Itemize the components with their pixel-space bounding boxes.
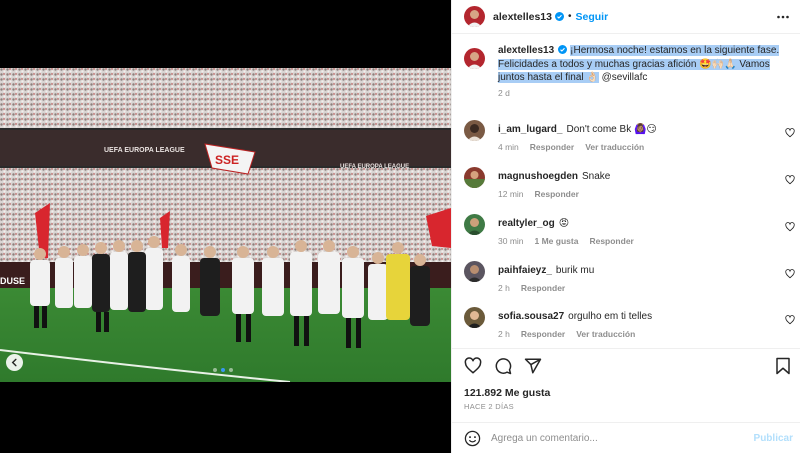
comment-body: paihfaieyz_ burik mu (498, 264, 777, 277)
translate-button[interactable]: Ver traducción (576, 329, 635, 339)
carousel-dot (229, 368, 233, 372)
comment-body: magnushoegden Snake (498, 170, 777, 183)
comment-username[interactable]: i_am_lugard_ (498, 124, 562, 135)
comment-username[interactable]: sofia.sousa27 (498, 311, 564, 322)
comment-text: orgulho em ti telles (568, 311, 653, 322)
chevron-left-icon (11, 358, 17, 367)
share-icon (524, 358, 542, 374)
post-actions-section: 121.892 Me gusta HACE 2 DÍAS Publicar (452, 348, 800, 453)
verified-badge-icon (554, 12, 564, 21)
add-comment-bar: Publicar (452, 422, 800, 453)
comment-username[interactable]: paihfaieyz_ (498, 265, 552, 276)
caption-mention[interactable]: @sevillafc (602, 72, 648, 83)
post-header: alextelles13 • Seguir (452, 0, 800, 34)
likes-count[interactable]: 121.892 Me gusta (464, 387, 550, 399)
save-button[interactable] (775, 357, 791, 378)
comment-meta: 2 h Responder Ver traducción (498, 329, 635, 339)
comment-meta: 12 min Responder (498, 189, 579, 199)
comment-item: realtyler_og 😡 30 min 1 Me gusta Responde… (452, 214, 800, 250)
comment-text: burik mu (555, 265, 595, 276)
carousel-indicator (213, 368, 233, 372)
publish-button[interactable]: Publicar (754, 433, 793, 444)
comment-like-icon[interactable] (785, 222, 795, 232)
more-options-icon[interactable] (776, 10, 790, 24)
comment-text: Snake (582, 171, 611, 182)
comment-text: Don't come Bk 🙆🏽‍♀️😏 (566, 124, 657, 135)
comment-time[interactable]: 2 h (498, 283, 510, 293)
carousel-dot-active (221, 368, 225, 372)
reply-button[interactable]: Responder (535, 189, 579, 199)
banner-text-left: UEFA EUROPA LEAGUE (104, 147, 185, 154)
translate-button[interactable]: Ver traducción (585, 142, 644, 152)
comment-time[interactable]: 2 h (498, 329, 510, 339)
share-button[interactable] (524, 357, 542, 375)
header-separator: • (567, 11, 572, 22)
team-celebration-photo: UEFA EUROPA LEAGUE UEFA EUROPA LEAGUE SS… (0, 68, 451, 382)
author-username[interactable]: alextelles13 (493, 11, 552, 23)
commenter-avatar[interactable] (464, 214, 485, 235)
emoji-button[interactable] (464, 430, 481, 447)
instagram-post-modal: UEFA EUROPA LEAGUE UEFA EUROPA LEAGUE SS… (0, 0, 800, 453)
commenter-avatar[interactable] (464, 167, 485, 188)
author-avatar[interactable] (464, 6, 485, 27)
comment-body: i_am_lugard_ Don't come Bk 🙆🏽‍♀️😏 (498, 123, 777, 136)
comment-icon (495, 358, 512, 375)
bookmark-icon (776, 357, 790, 375)
comment-meta: 2 h Responder (498, 283, 565, 293)
carousel-prev-button[interactable] (6, 354, 23, 371)
comment-item: sofia.sousa27 orgulho em ti telles 2 h Re… (452, 307, 800, 343)
verified-badge-icon (558, 45, 568, 54)
caption-avatar[interactable] (464, 48, 485, 69)
comment-meta: 30 min 1 Me gusta Responder (498, 236, 634, 246)
reply-button[interactable]: Responder (589, 236, 633, 246)
emoji-icon (464, 430, 481, 447)
comment-item: i_am_lugard_ Don't come Bk 🙆🏽‍♀️😏 4 min R… (452, 120, 800, 156)
heart-icon (464, 357, 482, 374)
comment-button[interactable] (494, 357, 512, 375)
commenter-avatar[interactable] (464, 307, 485, 328)
caption-timestamp[interactable]: 2 d (498, 88, 785, 98)
post-media-area: UEFA EUROPA LEAGUE UEFA EUROPA LEAGUE SS… (0, 0, 451, 453)
comment-likes-count[interactable]: 1 Me gusta (535, 236, 579, 246)
post-photo[interactable]: UEFA EUROPA LEAGUE UEFA EUROPA LEAGUE SS… (0, 68, 451, 382)
follow-button[interactable]: Seguir (575, 11, 608, 23)
like-button[interactable] (464, 357, 482, 375)
comment-item: paihfaieyz_ burik mu 2 h Responder (452, 261, 800, 297)
carousel-dot (213, 368, 217, 372)
comment-input[interactable] (491, 433, 741, 444)
comment-body: sofia.sousa27 orgulho em ti telles (498, 310, 777, 323)
caption-username[interactable]: alextelles13 (498, 45, 554, 56)
comment-time[interactable]: 30 min (498, 236, 524, 246)
comments-list[interactable]: alextelles13 ¡Hermosa noche! estamos en l… (452, 44, 800, 339)
commenter-avatar[interactable] (464, 120, 485, 141)
comment-like-icon[interactable] (785, 128, 795, 138)
comment-meta: 4 min Responder Ver traducción (498, 142, 644, 152)
post-timestamp[interactable]: HACE 2 DÍAS (464, 402, 514, 411)
comment-text: 😡 (558, 218, 570, 229)
comment-time[interactable]: 12 min (498, 189, 524, 199)
comment-like-icon[interactable] (785, 175, 795, 185)
comment-like-icon[interactable] (785, 315, 795, 325)
comment-time[interactable]: 4 min (498, 142, 519, 152)
caption-text-block: alextelles13 ¡Hermosa noche! estamos en l… (498, 44, 785, 85)
comment-like-icon[interactable] (785, 269, 795, 279)
flag-text: SSE (215, 153, 239, 167)
action-icons-row (464, 357, 542, 375)
comment-username[interactable]: realtyler_og (498, 218, 555, 229)
reply-button[interactable]: Responder (530, 142, 574, 152)
board-text-left: DUSE (0, 276, 25, 286)
comment-item: magnushoegden Snake 12 min Responder (452, 167, 800, 203)
post-side-panel: alextelles13 • Seguir alextelles13 ¡Hermo… (451, 0, 800, 453)
commenter-avatar[interactable] (464, 261, 485, 282)
reply-button[interactable]: Responder (521, 329, 565, 339)
post-caption: alextelles13 ¡Hermosa noche! estamos en l… (452, 44, 800, 98)
reply-button[interactable]: Responder (521, 283, 565, 293)
comment-body: realtyler_og 😡 (498, 217, 777, 230)
comment-username[interactable]: magnushoegden (498, 171, 578, 182)
